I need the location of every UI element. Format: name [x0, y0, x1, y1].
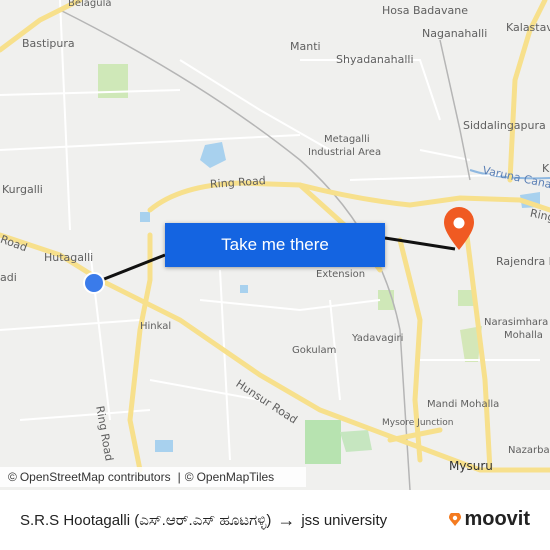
- map-label: Metagalli: [324, 134, 370, 145]
- osm-contributors-link[interactable]: OpenStreetMap contributors: [20, 470, 171, 484]
- map-label: Gokulam: [292, 345, 337, 356]
- map-label: Shyadanahalli: [336, 53, 414, 66]
- map-label: Extension: [316, 269, 366, 280]
- moovit-logo[interactable]: moovit: [448, 508, 530, 531]
- water-body: [140, 212, 150, 222]
- map-label: Yadavagiri: [352, 333, 404, 344]
- map-label: Hutagalli: [44, 251, 94, 264]
- map-label: Kurgalli: [2, 183, 43, 196]
- map-label: Siddalingapura: [463, 119, 546, 132]
- copyright-symbol: ©: [184, 470, 194, 484]
- map-label: Belagula: [68, 0, 112, 9]
- map-label: Hinkal: [140, 321, 172, 332]
- map-label: Kalastav: [506, 21, 550, 34]
- map-label: Mandi Mohalla: [427, 399, 500, 410]
- take-me-there-button[interactable]: Take me there: [165, 223, 385, 267]
- map-view[interactable]: Belagula Hosa Badavane Naganahalli Kalas…: [0, 0, 550, 490]
- map-label: Mysore Junction: [382, 418, 454, 428]
- attribution-separator: |: [177, 470, 181, 484]
- map-label: Nazarba: [508, 445, 550, 456]
- copyright-symbol: ©: [8, 470, 17, 484]
- route-line: [384, 236, 456, 251]
- map-label: K: [542, 162, 550, 175]
- park-area: [305, 420, 341, 464]
- water-body: [240, 285, 248, 293]
- openmaptiles-link[interactable]: OpenMapTiles: [197, 470, 275, 484]
- origin-marker[interactable]: [83, 272, 105, 294]
- map-label: Manti: [290, 40, 321, 53]
- moovit-wordmark: moovit: [464, 508, 530, 530]
- map-label: Mysuru: [449, 459, 493, 473]
- map-label: Hosa Badavane: [382, 4, 468, 17]
- origin-name: S.R.S Hootagalli (ಎಸ್.ಆರ್.ಎಸ್ ಹೂಟಗಳ್ಳಿ): [20, 511, 272, 529]
- map-label: Rajendra N: [496, 255, 550, 268]
- water-body: [200, 142, 226, 168]
- park-area: [340, 430, 372, 452]
- route-line: [93, 253, 166, 285]
- map-label: Narasimhara: [484, 317, 549, 328]
- map-label: adi: [0, 271, 17, 284]
- map-label: Mohalla: [504, 330, 543, 341]
- map-attribution: © OpenStreetMap contributors | © OpenMap…: [0, 467, 306, 487]
- map-label: Naganahalli: [422, 27, 488, 40]
- arrow-right-icon: →: [277, 509, 296, 530]
- map-label: Industrial Area: [308, 147, 382, 158]
- railway-line: [439, 39, 471, 181]
- destination-name: jss university: [301, 511, 388, 529]
- moovit-pin-icon: [449, 512, 462, 526]
- map-label: Bastipura: [22, 37, 75, 50]
- route-summary: S.R.S Hootagalli (ಎಸ್.ಆರ್.ಎಸ್ ಹೂಟಗಳ್ಳಿ) …: [20, 510, 387, 531]
- water-body: [155, 440, 173, 452]
- park-area: [378, 290, 394, 310]
